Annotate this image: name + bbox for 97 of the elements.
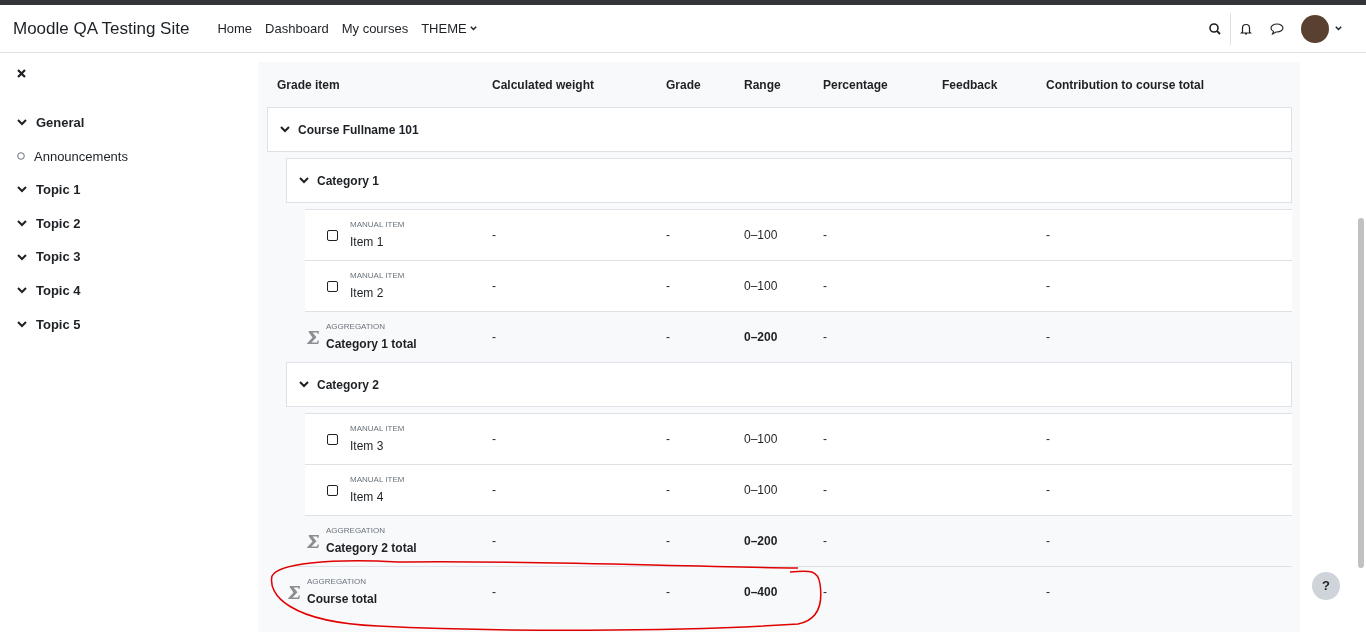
category-row[interactable]: Category 2	[286, 362, 1292, 407]
item-name: Category 2 total	[326, 540, 417, 557]
caret-icon	[469, 26, 477, 31]
table-cell-text: -	[666, 533, 671, 550]
table-cell-text: 0–100	[744, 482, 779, 499]
table-cell-text: 0–100	[744, 278, 779, 295]
sigma-icon	[307, 533, 320, 549]
caret-icon[interactable]	[1335, 26, 1342, 31]
table-cell-text: -	[823, 482, 828, 499]
item-name: Course total	[307, 591, 377, 608]
table-cell-text: -	[1046, 482, 1051, 499]
category-row[interactable]: Course Fullname 101	[267, 107, 1292, 152]
table-cell-text: -	[1046, 227, 1051, 244]
table-cell-text: 0–200	[744, 329, 779, 346]
activity-link[interactable]: Announcements	[17, 139, 228, 174]
sigma-icon	[288, 584, 301, 600]
close-icon	[17, 69, 26, 78]
section-link[interactable]: Topic 2	[17, 206, 228, 241]
theme-menu[interactable]: THEME	[421, 18, 477, 39]
table-cell-text: -	[823, 278, 828, 295]
column-header: Range	[744, 76, 782, 94]
search-icon[interactable]	[1209, 22, 1221, 35]
table-cell-text: -	[1046, 278, 1051, 295]
column-header: Feedback	[942, 76, 999, 94]
chevron-down-icon	[17, 253, 27, 261]
item-type-label: MANUAL ITEM	[350, 474, 405, 486]
nav-link[interactable]: Home	[217, 18, 253, 39]
table-cell-text: -	[666, 482, 671, 499]
checkbox[interactable]	[327, 229, 338, 241]
item-type-label: MANUAL ITEM	[350, 219, 405, 231]
table-cell-text: -	[666, 329, 671, 346]
table-cell-text: -	[492, 278, 497, 295]
checkbox[interactable]	[327, 280, 338, 292]
table-cell-text: -	[1046, 431, 1051, 448]
item-name: Category 1 total	[326, 336, 417, 353]
table-cell-text: -	[492, 431, 497, 448]
sigma-icon	[307, 329, 320, 345]
item-type-label: AGGREGATION	[326, 321, 386, 333]
column-header: Grade	[666, 76, 702, 94]
table-cell-text: 0–200	[744, 533, 779, 550]
table-cell-text: -	[492, 482, 497, 499]
table-cell-text: -	[666, 584, 671, 601]
chevron-down-icon	[17, 220, 27, 228]
item-type-label: MANUAL ITEM	[350, 423, 405, 435]
table-cell-text: -	[666, 431, 671, 448]
table-cell-text: 0–100	[744, 227, 779, 244]
item-link[interactable]: Item 2	[350, 284, 405, 302]
chevron-down-icon	[280, 126, 290, 133]
table-cell-text: -	[492, 584, 497, 601]
table-cell-text: 0–400	[744, 584, 779, 601]
table-cell-text: -	[492, 227, 497, 244]
chevron-down-icon	[299, 177, 309, 184]
table-cell-text: -	[823, 329, 828, 346]
chevron-down-icon	[17, 119, 27, 127]
item-link[interactable]: Item 4	[350, 488, 405, 506]
table-cell-text: -	[823, 227, 828, 244]
circle-icon	[17, 152, 25, 161]
item-type-label: AGGREGATION	[326, 525, 386, 537]
item-link[interactable]: Item 3	[350, 437, 405, 455]
close-button[interactable]	[17, 69, 26, 78]
section-link[interactable]: Topic 3	[17, 240, 228, 274]
table-cell-text: -	[1046, 584, 1051, 601]
table-cell-text: -	[666, 227, 671, 244]
table-cell-text: -	[492, 533, 497, 550]
item-type-label: MANUAL ITEM	[350, 270, 405, 282]
scrollbar-thumb[interactable]	[1358, 218, 1364, 568]
section-link[interactable]: General	[17, 106, 228, 140]
item-type-label: AGGREGATION	[307, 576, 367, 588]
column-header: Contribution to course total	[1046, 76, 1205, 94]
table-cell-text: -	[1046, 329, 1051, 346]
column-header: Percentage	[823, 76, 889, 94]
chevron-down-icon	[17, 320, 27, 328]
section-link[interactable]: Topic 5	[17, 307, 228, 342]
site-name[interactable]: Moodle QA Testing Site	[13, 15, 190, 42]
table-cell-text: -	[823, 431, 828, 448]
chevron-down-icon	[299, 381, 309, 388]
nav-link[interactable]: My courses	[341, 18, 409, 39]
table-cell-text: -	[492, 329, 497, 346]
column-header: Grade item	[277, 76, 341, 94]
category-row[interactable]: Category 1	[286, 158, 1292, 203]
section-link[interactable]: Topic 4	[17, 273, 228, 308]
checkbox[interactable]	[327, 433, 338, 445]
column-header: Calculated weight	[492, 76, 596, 94]
table-cell-text: -	[823, 533, 828, 550]
checkbox[interactable]	[327, 484, 338, 496]
help-button[interactable]: ?	[1312, 572, 1340, 600]
nav-link[interactable]: Dashboard	[265, 18, 329, 39]
chevron-down-icon	[17, 186, 27, 194]
bell-icon[interactable]	[1240, 22, 1252, 35]
section-link[interactable]: Topic 1	[17, 173, 228, 207]
chevron-down-icon	[17, 287, 27, 295]
speech-bubble-icon[interactable]	[1270, 22, 1284, 35]
table-cell-text: -	[1046, 533, 1051, 550]
item-link[interactable]: Item 1	[350, 233, 405, 251]
table-cell-text: 0–100	[744, 431, 779, 448]
table-cell-text: -	[823, 584, 828, 601]
table-cell-text: -	[666, 278, 671, 295]
